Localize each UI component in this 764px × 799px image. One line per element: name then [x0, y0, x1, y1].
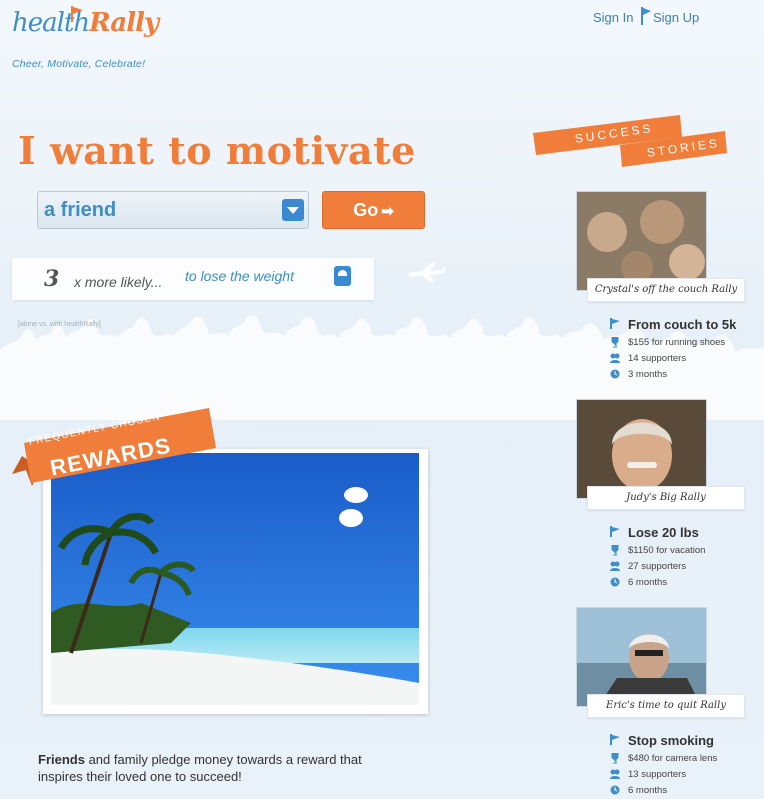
story-caption[interactable]: Judy's Big Rally — [587, 486, 745, 510]
scale-icon[interactable] — [334, 266, 351, 286]
sign-up-link[interactable]: Sign Up — [653, 10, 699, 25]
story-duration: 6 months — [628, 785, 668, 796]
crystal-photo — [577, 192, 706, 290]
arrow-right-icon: ➡ — [381, 203, 394, 220]
logo-rally: Rally — [89, 8, 159, 38]
story-caption[interactable]: Crystal's off the couch Rally — [587, 278, 745, 302]
story-duration: 3 months — [628, 369, 668, 380]
pledge-rest: and family pledge money towards a reward… — [38, 752, 362, 784]
sign-in-link[interactable]: Sign In — [593, 10, 633, 25]
story-photo[interactable] — [576, 399, 707, 499]
recipient-select[interactable]: a friend — [37, 191, 309, 229]
story-photo[interactable] — [576, 191, 707, 291]
eric-photo — [577, 608, 706, 706]
story-supporters: 13 supporters — [628, 769, 687, 780]
story-reward: $480 for camera lens — [628, 753, 718, 764]
supporters-icon — [610, 769, 620, 779]
go-button[interactable]: Go ➡ — [322, 191, 425, 229]
reward-trophy-icon — [611, 545, 619, 556]
page-headline: I want to motivate — [18, 128, 416, 173]
likely-multiplier: 3 — [44, 266, 60, 292]
clock-icon — [610, 577, 620, 587]
healthrally-logo[interactable]: healthRally Cheer, Motivate, Celebrate! — [12, 6, 172, 70]
clock-icon — [610, 369, 620, 379]
story-reward: $155 for running shoes — [628, 337, 726, 348]
reward-trophy-icon — [611, 337, 619, 348]
goal-flag-icon — [610, 526, 620, 537]
flag-icon — [641, 7, 651, 25]
supporters-icon — [610, 561, 620, 571]
clock-icon — [610, 785, 620, 795]
judy-photo — [577, 400, 706, 498]
reward-trophy-icon — [611, 753, 619, 764]
likely-goal-link[interactable]: to lose the weight — [185, 268, 294, 284]
story-goal: Lose 20 lbs — [628, 525, 699, 540]
story-photo[interactable] — [576, 607, 707, 707]
go-button-label: Go — [353, 200, 379, 220]
story-goal: Stop smoking — [628, 733, 714, 748]
story-goal: From couch to 5k — [628, 317, 737, 332]
comparison-footnote: [alone vs. with healthRally] — [18, 321, 101, 328]
likely-text: x more likely... — [74, 274, 163, 290]
logo-wordmark: healthRally — [12, 8, 159, 38]
goal-flag-icon — [610, 734, 620, 745]
pledge-bold: Friends — [38, 752, 85, 767]
goal-flag-icon — [610, 318, 620, 329]
likely-banner: 3 x more likely... to lose the weight — [12, 258, 374, 300]
story-duration: 6 months — [628, 577, 668, 588]
airplane-icon — [408, 262, 446, 282]
supporters-icon — [610, 353, 620, 363]
pledge-description: Friends and family pledge money towards … — [38, 751, 398, 785]
story-reward: $1150 for vacation — [628, 545, 706, 556]
story-supporters: 14 supporters — [628, 353, 687, 364]
flag-icon — [71, 6, 83, 22]
story-caption[interactable]: Eric's time to quit Rally — [587, 694, 745, 718]
recipient-selected-value: a friend — [44, 199, 117, 221]
story-supporters: 27 supporters — [628, 561, 687, 572]
dropdown-arrow-icon[interactable] — [282, 199, 304, 221]
tagline: Cheer, Motivate, Celebrate! — [12, 58, 146, 70]
